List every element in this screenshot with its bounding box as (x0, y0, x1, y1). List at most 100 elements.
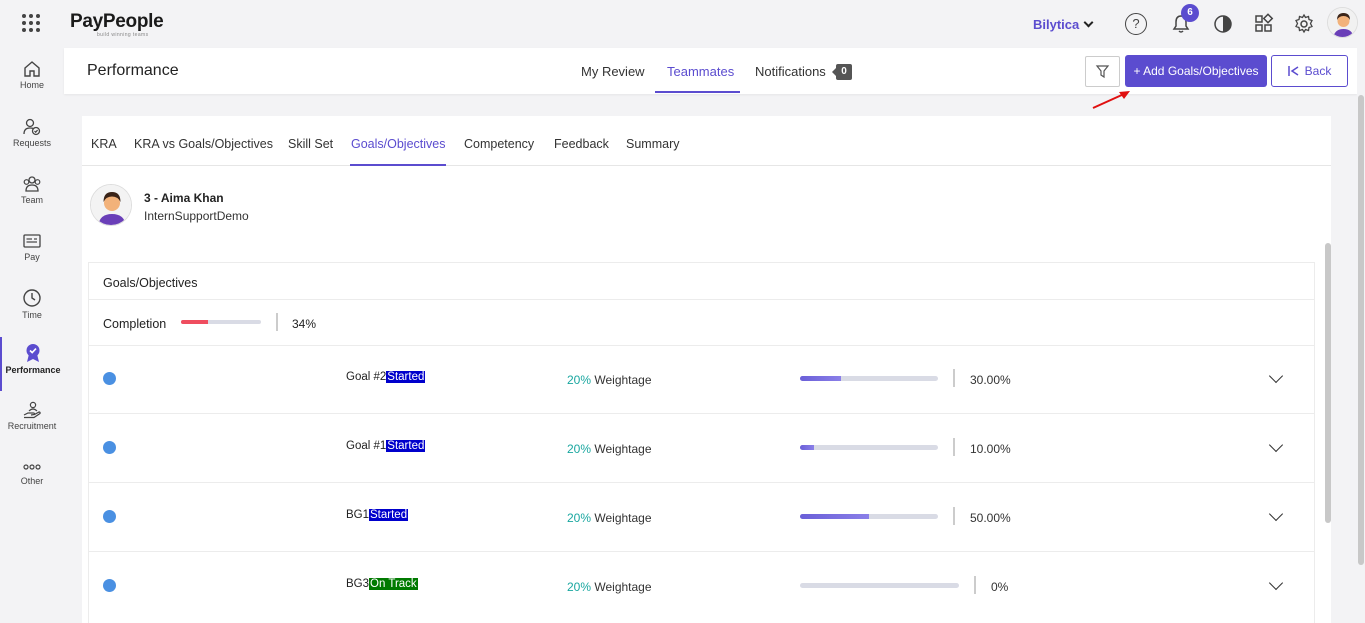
subtab-kra[interactable]: KRA (91, 137, 117, 151)
sidebar-item-label: Other (20, 476, 44, 486)
active-tab-indicator (655, 91, 740, 93)
completion-progress-fill (181, 320, 209, 324)
goal-progress-bar (800, 445, 938, 450)
goal-status-dot (103, 510, 116, 523)
divider (953, 438, 955, 456)
weightage-percent: 20% (567, 373, 592, 387)
sidebar-item-label: Performance (5, 365, 61, 375)
divider (953, 369, 955, 387)
user-avatar[interactable] (1327, 7, 1358, 38)
goal-progress-fill (800, 445, 814, 450)
subtab-summary[interactable]: Summary (626, 137, 679, 151)
sidebar-item-label: Home (19, 80, 44, 90)
goal-row[interactable]: BG1Started 20% Weightage 50.00% (89, 483, 1314, 552)
subtab-feedback[interactable]: Feedback (554, 137, 609, 151)
divider (974, 576, 976, 594)
goal-progress-percent: 30.00% (970, 373, 1011, 387)
filter-icon (1095, 65, 1110, 79)
goal-status-dot (103, 372, 116, 385)
sidebar-item-requests[interactable]: Requests (0, 118, 64, 170)
more-icon (23, 464, 41, 470)
goal-name: BG1Started (346, 509, 409, 521)
apps-icon[interactable] (1253, 13, 1275, 35)
tab-my-review[interactable]: My Review (581, 64, 645, 79)
sidebar-item-team[interactable]: Team (0, 175, 64, 227)
company-name: Bilytica (1033, 17, 1080, 32)
help-icon[interactable]: ? (1125, 13, 1147, 35)
goal-progress-bar (800, 583, 959, 588)
tab-teammates[interactable]: Teammates (667, 64, 734, 79)
top-bar: PayPeople build winning teams Bilytica ?… (0, 0, 1365, 48)
goals-panel: Goals/Objectives Completion 34% Goal #2S… (88, 262, 1315, 623)
gear-icon[interactable] (1293, 13, 1315, 35)
chevron-down-icon[interactable] (1268, 368, 1284, 384)
weightage-percent: 20% (567, 580, 592, 594)
back-button[interactable]: Back (1271, 55, 1348, 87)
goal-title: BG1 (346, 509, 370, 521)
goal-status-label: On Track (369, 578, 418, 590)
goal-progress-bar (800, 376, 938, 381)
goal-weightage: 20% Weightage (567, 373, 652, 387)
paypeople-logo[interactable]: PayPeople build winning teams (70, 11, 164, 38)
page-scrollbar[interactable] (1358, 95, 1364, 565)
notifications-count-badge: 0 (836, 64, 852, 80)
employee-name: 3 - Aima Khan (144, 191, 224, 205)
app-grid-icon[interactable] (22, 14, 40, 32)
goal-status-dot (103, 441, 116, 454)
goal-row[interactable]: Goal #1Started 20% Weightage 10.00% (89, 414, 1314, 483)
weightage-label: Weightage (594, 442, 652, 456)
goal-row[interactable]: Goal #2Started 20% Weightage 30.00% (89, 345, 1314, 414)
add-goals-button[interactable]: + Add Goals/Objectives (1125, 55, 1267, 87)
sidebar-item-recruitment[interactable]: Recruitment (0, 401, 64, 453)
active-subtab-indicator (350, 164, 446, 166)
filter-button[interactable] (1085, 56, 1120, 87)
sidebar-item-performance[interactable]: Performance (0, 337, 64, 391)
divider (953, 507, 955, 525)
goal-progress-percent: 10.00% (970, 442, 1011, 456)
goal-title: BG3 (346, 578, 370, 590)
goal-title: Goal #2 (346, 371, 387, 383)
weightage-percent: 20% (567, 442, 592, 456)
weightage-label: Weightage (594, 511, 652, 525)
tab-notifications[interactable]: Notifications (755, 64, 826, 79)
chevron-down-icon[interactable] (1268, 575, 1284, 591)
sidebar-item-other[interactable]: Other (0, 460, 64, 512)
goal-title: Goal #1 (346, 440, 387, 452)
pie-chart-icon[interactable] (1212, 13, 1234, 35)
back-button-label: Back (1304, 64, 1332, 78)
goal-progress-fill (800, 376, 842, 381)
goal-progress-percent: 50.00% (970, 511, 1011, 525)
company-selector[interactable]: Bilytica (1033, 17, 1094, 32)
page-title: Performance (87, 62, 179, 79)
subtab-kra-vs-goals[interactable]: KRA vs Goals/Objectives (134, 137, 273, 151)
sidebar-item-pay[interactable]: Pay (0, 232, 64, 284)
clock-icon (23, 289, 41, 307)
subtab-goals-objectives[interactable]: Goals/Objectives (351, 137, 445, 151)
goal-progress-bar (800, 514, 938, 519)
subtab-skill-set[interactable]: Skill Set (288, 137, 333, 151)
subtab-competency[interactable]: Competency (464, 137, 534, 151)
weightage-label: Weightage (594, 373, 652, 387)
sidebar-item-time[interactable]: Time (0, 288, 64, 340)
goal-name: Goal #1Started (346, 440, 426, 452)
sidebar-item-label: Requests (12, 138, 52, 148)
page-header: Performance My Review Teammates Notifica… (64, 48, 1357, 94)
employee-avatar (90, 184, 132, 226)
sidebar: Home Requests Team Pay Time Performance … (0, 48, 64, 623)
goal-weightage: 20% Weightage (567, 442, 652, 456)
content-scrollbar[interactable] (1325, 243, 1331, 523)
chevron-down-icon[interactable] (1268, 437, 1284, 453)
sidebar-item-home[interactable]: Home (0, 60, 64, 112)
team-icon (23, 176, 41, 192)
chevron-down-icon[interactable] (1268, 506, 1284, 522)
goal-progress-percent: 0% (991, 580, 1009, 594)
goal-status-dot (103, 579, 116, 592)
goal-row[interactable]: BG3On Track 20% Weightage 0% (89, 552, 1314, 621)
recruitment-icon (23, 401, 41, 419)
sidebar-item-label: Team (20, 195, 43, 205)
chevron-down-icon (1083, 17, 1094, 28)
back-arrow-icon (1287, 66, 1299, 76)
weightage-label: Weightage (594, 580, 652, 594)
goal-progress-fill (800, 514, 869, 519)
goal-status-label: Started (369, 509, 409, 521)
